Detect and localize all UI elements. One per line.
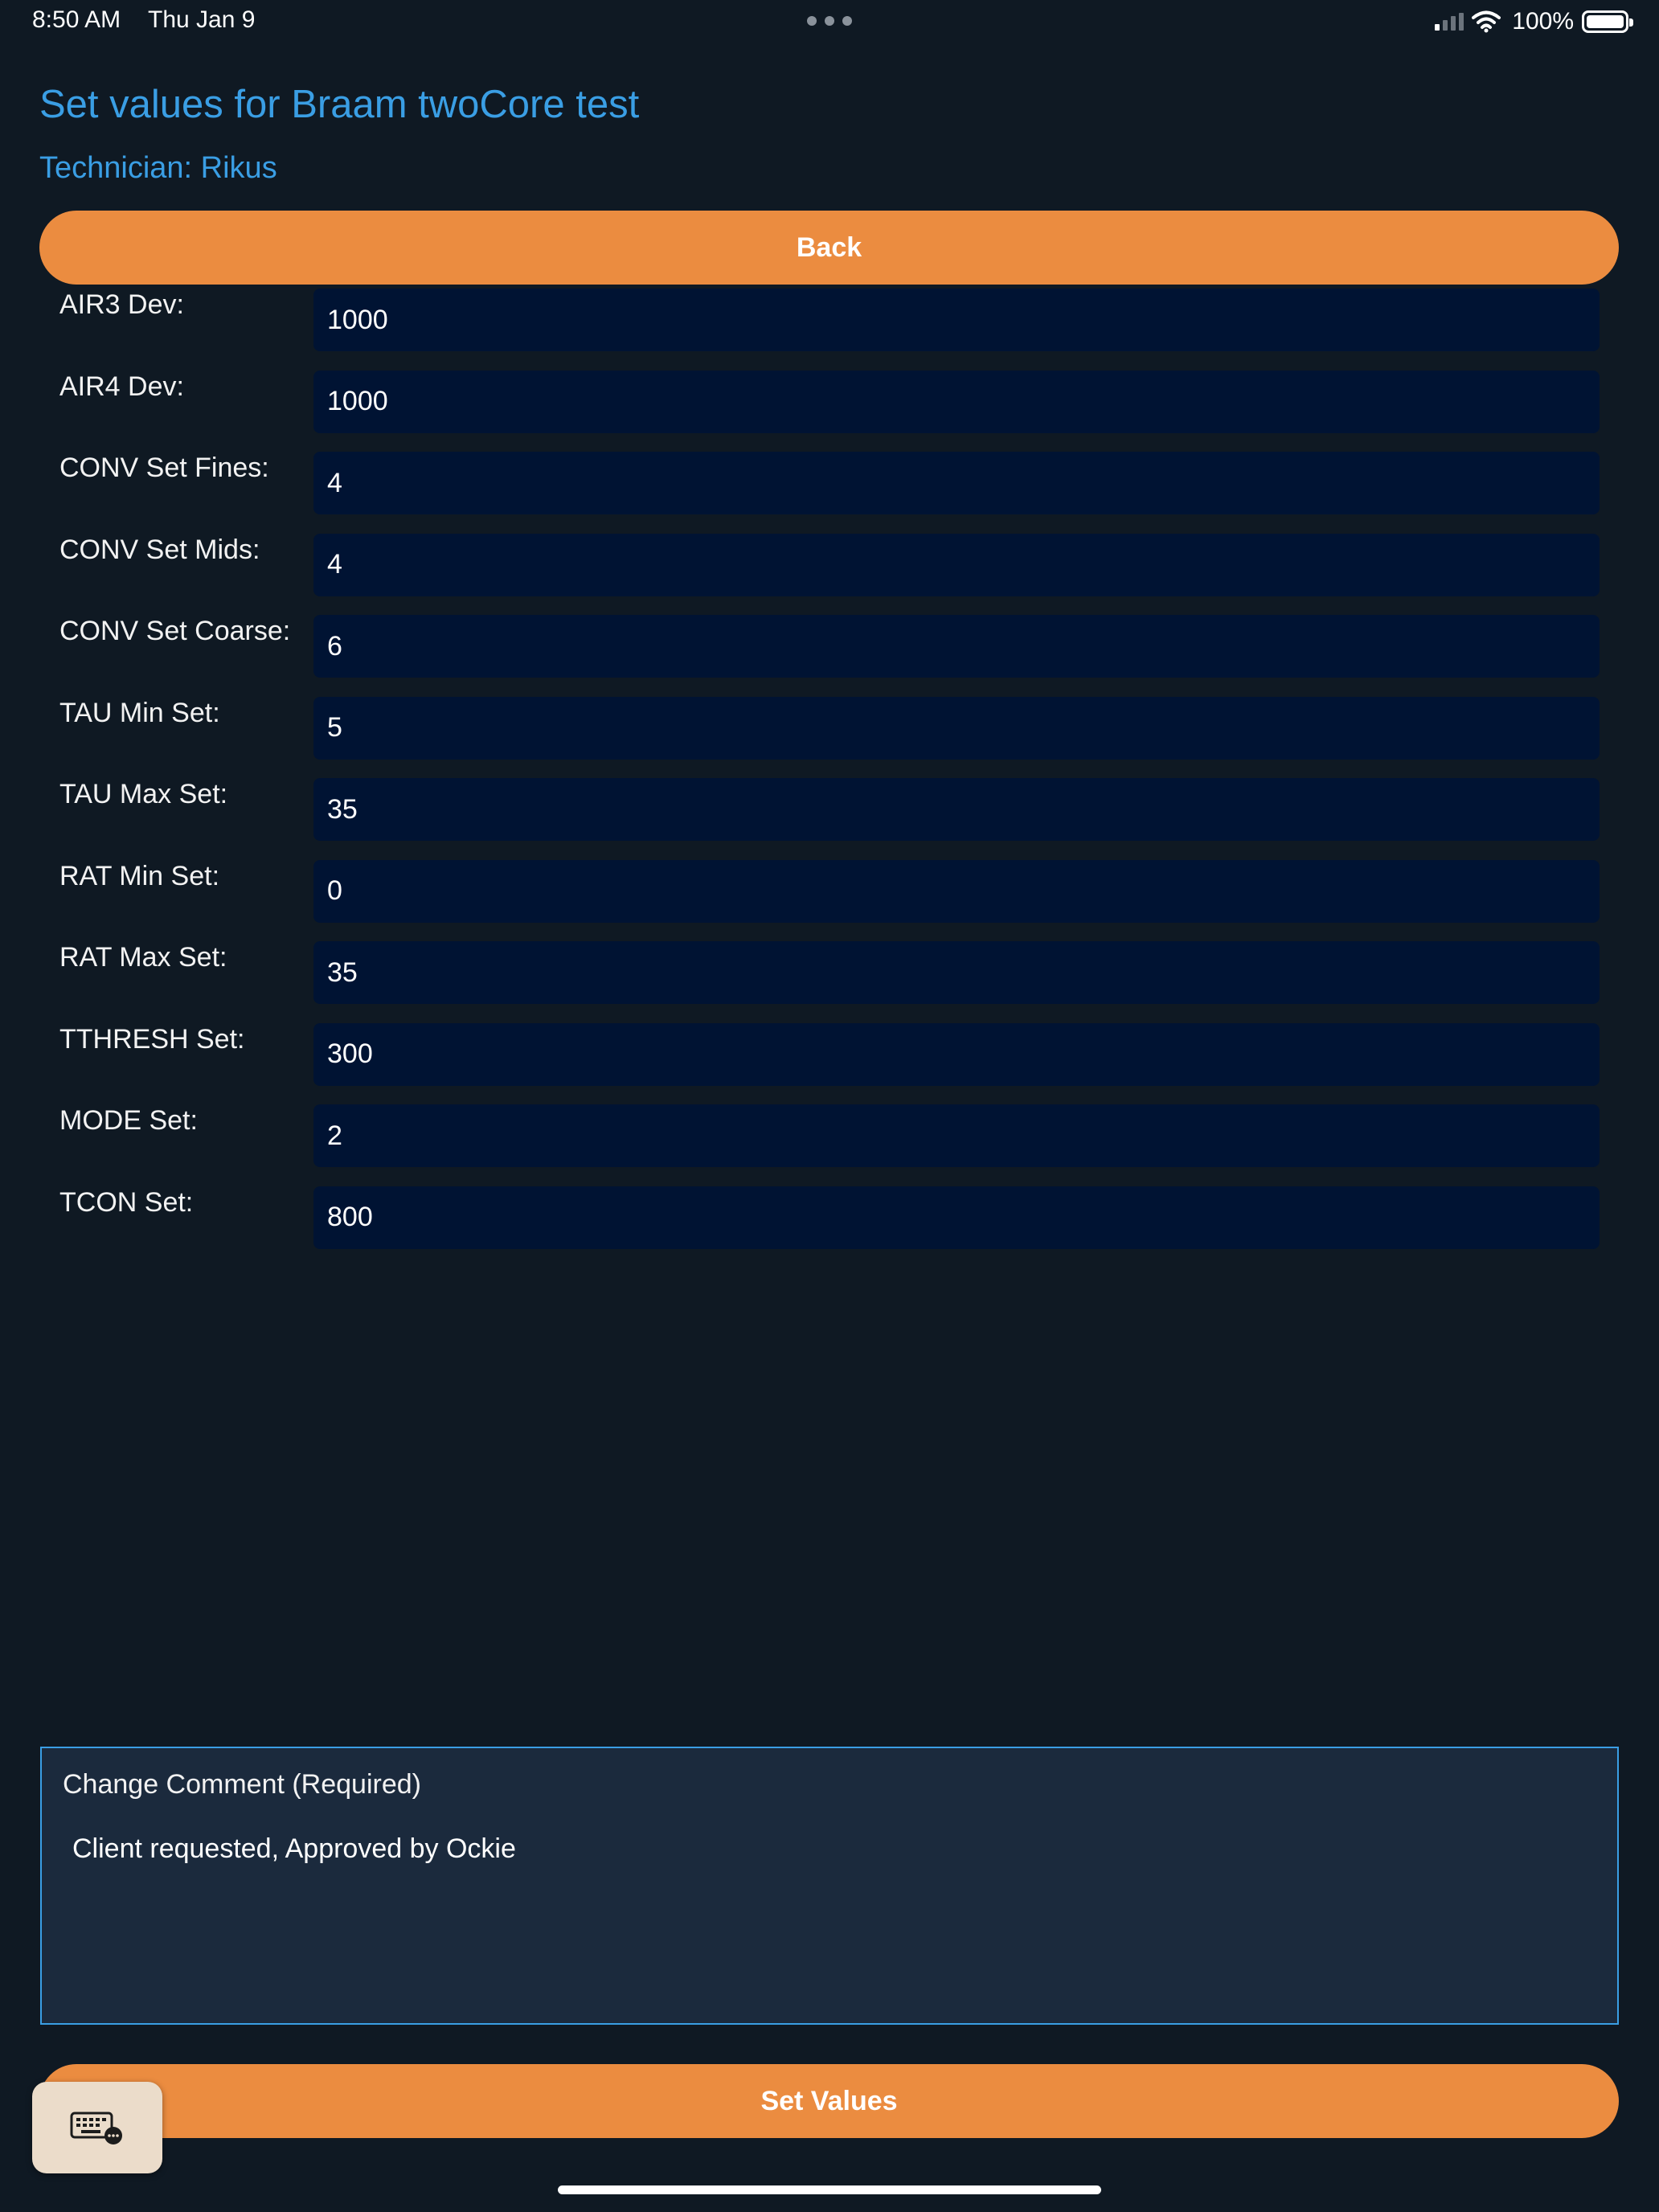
- status-time: 8:50 AM: [32, 6, 121, 33]
- signal-icon: [1435, 13, 1464, 31]
- field-label: CONV Set Fines:: [59, 453, 269, 483]
- field-label: AIR4 Dev:: [59, 371, 184, 402]
- field-input[interactable]: [313, 452, 1600, 514]
- field-input[interactable]: [313, 941, 1600, 1004]
- field-label: RAT Min Set:: [59, 860, 220, 891]
- field-input[interactable]: [313, 859, 1600, 923]
- multitasking-menu-icon[interactable]: [807, 16, 852, 26]
- field-input[interactable]: [313, 289, 1600, 351]
- settings-form: AIR3 Dev: AIR4 Dev: CONV Set Fines: CONV Se…: [0, 281, 1659, 1260]
- form-row: AIR4 Dev:: [0, 363, 1659, 445]
- field-label: AIR3 Dev:: [59, 289, 184, 320]
- form-row: TTHRESH Set:: [0, 1016, 1659, 1098]
- field-input[interactable]: [313, 533, 1600, 596]
- field-label: MODE Set:: [59, 1105, 198, 1136]
- field-label: CONV Set Mids:: [59, 534, 260, 565]
- form-row: AIR3 Dev:: [0, 281, 1659, 363]
- home-indicator[interactable]: [558, 2185, 1101, 2194]
- field-label: TCON Set:: [59, 1186, 194, 1218]
- field-input[interactable]: [313, 1104, 1600, 1167]
- change-comment-input[interactable]: Client requested, Approved by Ockie: [72, 1833, 1583, 2010]
- status-bar: 8:50 AM Thu Jan 9 100%: [0, 0, 1659, 45]
- keyboard-shortcut-button[interactable]: [32, 2082, 162, 2173]
- form-row: CONV Set Fines:: [0, 444, 1659, 526]
- field-label: CONV Set Coarse:: [59, 616, 291, 646]
- technician-label: Technician: Rikus: [39, 151, 277, 185]
- battery-percent: 100%: [1512, 8, 1574, 35]
- form-row: TAU Max Set:: [0, 771, 1659, 853]
- change-comment-label: Change Comment (Required): [63, 1769, 421, 1800]
- field-input[interactable]: [313, 696, 1600, 760]
- set-values-button[interactable]: Set Values: [39, 2064, 1619, 2138]
- field-input[interactable]: [313, 615, 1600, 678]
- field-label: RAT Max Set:: [59, 942, 227, 973]
- form-row: MODE Set:: [0, 1097, 1659, 1179]
- form-row: TCON Set:: [0, 1179, 1659, 1261]
- form-row: CONV Set Mids:: [0, 526, 1659, 608]
- form-row: RAT Max Set:: [0, 934, 1659, 1016]
- field-input[interactable]: [313, 1186, 1600, 1249]
- field-label: TTHRESH Set:: [59, 1023, 245, 1055]
- field-label: TAU Min Set:: [59, 697, 220, 728]
- wifi-icon: [1472, 10, 1501, 33]
- battery-icon: [1582, 10, 1633, 33]
- status-indicators: 100%: [1435, 8, 1633, 35]
- field-label: TAU Max Set:: [59, 779, 228, 809]
- back-button[interactable]: Back: [39, 211, 1619, 285]
- form-row: RAT Min Set:: [0, 853, 1659, 935]
- status-date: Thu Jan 9: [148, 6, 256, 33]
- keyboard-icon: [70, 2112, 122, 2144]
- form-row: TAU Min Set:: [0, 690, 1659, 772]
- form-row: CONV Set Coarse:: [0, 608, 1659, 690]
- field-input[interactable]: [313, 370, 1600, 433]
- field-input[interactable]: [313, 1022, 1600, 1086]
- field-input[interactable]: [313, 778, 1600, 841]
- set-values-screen: 8:50 AM Thu Jan 9 100% Set values for Br…: [0, 0, 1659, 2212]
- change-comment-box: Change Comment (Required) Client request…: [40, 1747, 1619, 2025]
- page-title: Set values for Braam twoCore test: [39, 83, 640, 126]
